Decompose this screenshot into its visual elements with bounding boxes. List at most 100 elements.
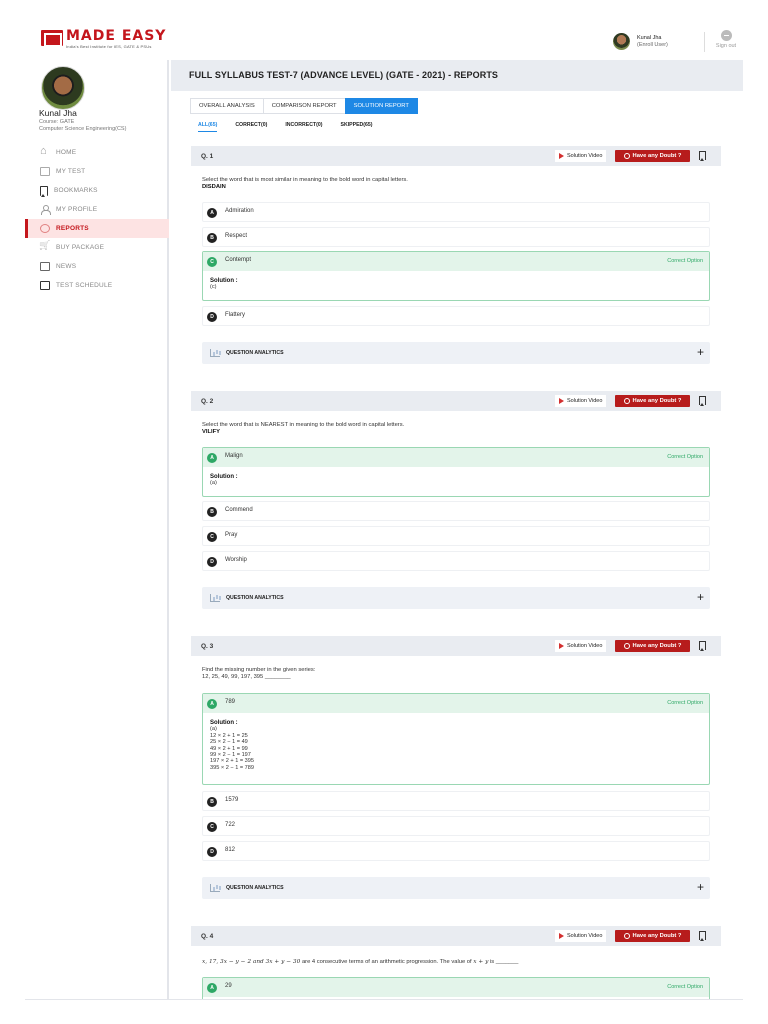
doubt-label: Have any Doubt ? [632,933,682,939]
option-c[interactable]: C Contempt Correct Option [203,252,709,271]
option-letter: A [207,983,217,993]
option-letter: A [207,453,217,463]
logo-mark-icon [41,30,63,47]
option-letter: D [207,312,217,322]
correct-option-block: A Malign Correct Option Solution : (a) [202,447,710,497]
solution-line: (a) [210,480,217,487]
doubt-button[interactable]: Have any Doubt ? [615,930,690,942]
solution: Solution : (a) [203,467,709,492]
filter-incorrect[interactable]: INCORRECT(0) [285,122,322,132]
tab-comparison-report[interactable]: COMPARISON REPORT [262,98,346,114]
solution-video-button[interactable]: Solution Video [555,150,607,162]
option-a[interactable]: A Malign Correct Option [203,448,709,467]
sidebar-item-label: MY TEST [56,168,86,175]
power-icon [720,30,732,41]
user-menu[interactable]: Kunal Jha (Enroll User) [613,33,668,50]
expand-plus-icon[interactable]: + [697,880,704,894]
option-b[interactable]: B 1579 [202,791,710,811]
doubt-button[interactable]: Have any Doubt ? [615,395,690,407]
analytics-chart-icon [210,349,220,357]
option-letter: C [207,532,217,542]
question-text: Find the missing number in the given ser… [202,667,315,681]
question-number: Q. 4 [201,933,214,940]
report-tabs: OVERALL ANALYSIS COMPARISON REPORT SOLUT… [190,98,418,114]
option-a[interactable]: A 29 Correct Option [203,978,709,997]
option-letter: C [207,822,217,832]
sidebar-item-label: MY PROFILE [56,206,98,213]
sidebar-item-my-test[interactable]: MY TEST [25,162,169,181]
doubt-button[interactable]: Have any Doubt ? [615,150,690,162]
sidebar-item-label: HOME [56,149,77,156]
expand-plus-icon[interactable]: + [697,345,704,359]
bookmark-icon[interactable] [699,396,706,406]
solution-video-label: Solution Video [567,933,603,939]
question-math: x + y [473,959,489,965]
made-easy-logo[interactable]: MADE EASY India's Best Institute for IES… [41,28,167,49]
play-icon [559,398,564,404]
top-header: MADE EASY India's Best Institute for IES… [25,22,743,60]
play-icon [559,933,564,939]
option-text: Commend [225,507,253,513]
option-letter: B [207,797,217,807]
bookmark-icon[interactable] [699,151,706,161]
solution: Solution : (c) [203,271,709,296]
sidebar-item-buy-package[interactable]: BUY PACKAGE [25,238,169,257]
option-text: 722 [225,822,236,828]
option-letter: B [207,233,217,243]
option-text: Flattery [225,312,246,318]
question-number: Q. 2 [201,398,214,405]
user-name: Kunal Jha [637,34,662,41]
brand-name: MADE EASY [66,28,167,44]
reports-icon [40,224,50,233]
filter-correct[interactable]: CORRECT(0) [235,122,267,132]
sidebar-item-bookmarks[interactable]: BOOKMARKS [25,181,169,200]
test-icon [40,167,50,176]
option-d[interactable]: D Flattery [202,306,710,326]
tab-solution-report[interactable]: SOLUTION REPORT [344,98,418,114]
sidebar-item-reports[interactable]: REPORTS [25,219,169,238]
question-analytics-toggle[interactable]: QUESTION ANALYTICS + [202,587,710,609]
sidebar-item-test-schedule[interactable]: TEST SCHEDULE [25,276,169,295]
title-bar: FULL SYLLABUS TEST-7 (ADVANCE LEVEL) (GA… [171,60,743,91]
bookmark-icon[interactable] [699,641,706,651]
solution-line: 395 × 2 − 1 = 789 [210,764,255,771]
question-stem: Find the missing number in the given ser… [202,667,316,673]
sidebar-item-news[interactable]: NEWS [25,257,169,276]
play-icon [559,153,564,159]
option-text: Contempt [225,257,252,263]
doubt-button[interactable]: Have any Doubt ? [615,640,690,652]
solution-video-button[interactable]: Solution Video [555,395,607,407]
question-analytics-toggle[interactable]: QUESTION ANALYTICS + [202,877,710,899]
filter-skipped[interactable]: SKIPPED(65) [341,122,373,132]
expand-plus-icon[interactable]: + [697,590,704,604]
question-header: Q. 2 Solution Video Have any Doubt ? [191,391,721,411]
solution-video-button[interactable]: Solution Video [555,930,607,942]
correct-option-label: Correct Option [667,700,703,706]
option-d[interactable]: D 812 [202,841,710,861]
schedule-icon [40,281,50,290]
option-letter: A [207,208,217,218]
option-a[interactable]: A 789 Correct Option [203,694,709,713]
option-text: 812 [225,847,236,853]
analytics-label: QUESTION ANALYTICS [226,885,284,891]
solution-video-button[interactable]: Solution Video [555,640,607,652]
sidebar-item-home[interactable]: HOME [25,143,169,162]
option-b[interactable]: B Respect [202,227,710,247]
option-c[interactable]: C 722 [202,816,710,836]
option-d[interactable]: D Worship [202,551,710,571]
sign-out-button[interactable]: Sign out [711,30,741,49]
filter-all[interactable]: ALL(65) [198,122,218,132]
question-analytics-toggle[interactable]: QUESTION ANALYTICS + [202,342,710,364]
question-math: x, 17, 3x − y − 2 and 3x + y − 30 [202,959,301,965]
option-a[interactable]: A Admiration [202,202,710,222]
question-stem-end: is _______ [489,959,519,965]
bookmark-icon[interactable] [699,931,706,941]
option-c[interactable]: C Pray [202,526,710,546]
profile-course: Course: GATE Computer Science Engineerin… [39,119,126,133]
option-b[interactable]: B Commend [202,501,710,521]
sidebar-item-my-profile[interactable]: MY PROFILE [25,200,169,219]
sidebar-item-label: REPORTS [56,225,89,232]
sidebar-item-label: BOOKMARKS [54,187,98,194]
tab-overall-analysis[interactable]: OVERALL ANALYSIS [190,98,264,114]
option-text: Malign [225,453,243,459]
